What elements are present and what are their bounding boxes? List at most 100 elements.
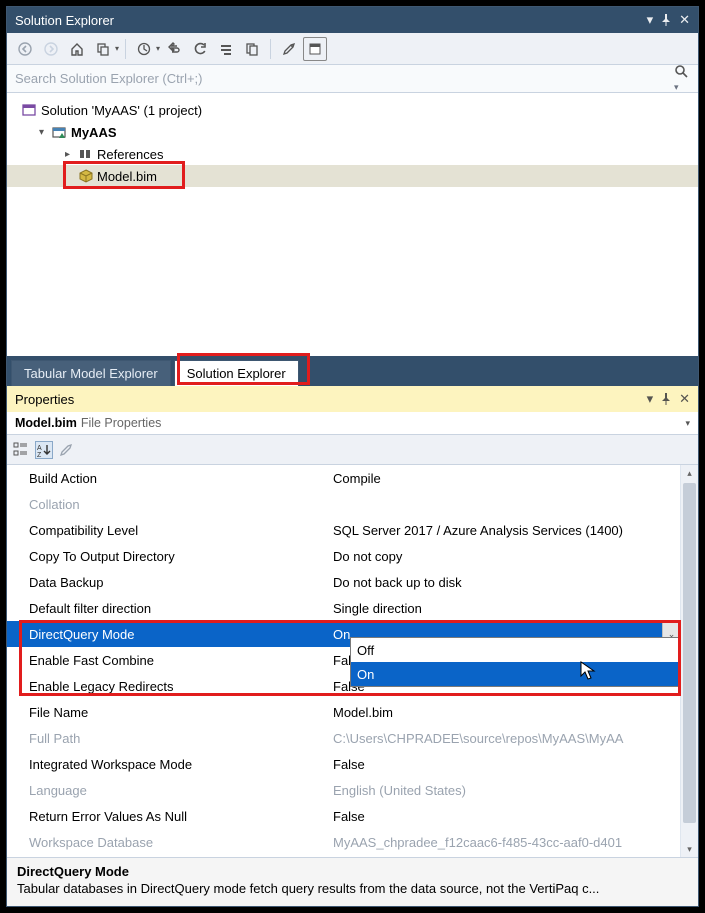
property-grid[interactable]: Build ActionCompileCollationCompatibilit…	[7, 465, 698, 857]
tree-solution-node[interactable]: Solution 'MyAAS' (1 project)	[7, 99, 698, 121]
pin-icon[interactable]	[661, 393, 671, 405]
refresh-button[interactable]	[188, 37, 212, 61]
collapse-all-button[interactable]	[214, 37, 238, 61]
property-description: DirectQuery Mode Tabular databases in Di…	[7, 857, 698, 906]
solution-icon	[21, 103, 39, 117]
alphabetical-button[interactable]: AZ	[35, 441, 53, 459]
chevron-down-icon[interactable]: ▾	[685, 418, 690, 429]
property-name: Integrated Workspace Mode	[7, 757, 327, 772]
nav-back-button[interactable]	[13, 37, 37, 61]
property-name: Build Action	[7, 471, 327, 486]
references-icon	[77, 148, 95, 160]
preview-button[interactable]	[303, 37, 327, 61]
property-row[interactable]: Copy To Output DirectoryDo not copy	[7, 543, 698, 569]
home-button[interactable]	[65, 37, 89, 61]
model-file-icon	[77, 169, 95, 183]
tree-references-label: References	[95, 147, 165, 162]
property-name: File Name	[7, 705, 327, 720]
property-description-title: DirectQuery Mode	[17, 864, 688, 879]
scroll-thumb[interactable]	[683, 483, 696, 823]
property-value[interactable]: Do not copy	[327, 549, 698, 564]
property-row[interactable]: Data BackupDo not back up to disk	[7, 569, 698, 595]
properties-subject-row[interactable]: Model.bim File Properties ▾	[7, 412, 698, 435]
property-row[interactable]: Workspace DatabaseMyAAS_chpradee_f12caac…	[7, 829, 698, 855]
dropdown-panel: Off On	[350, 637, 680, 687]
property-value[interactable]: Single direction	[327, 601, 698, 616]
property-pages-button[interactable]	[59, 443, 73, 457]
scrollbar[interactable]: ▴ ▾	[680, 465, 698, 857]
scroll-up-icon[interactable]: ▴	[681, 465, 698, 481]
property-value[interactable]: English (United States)	[327, 783, 698, 798]
properties-subject-kind: File Properties	[81, 416, 162, 430]
pin-icon[interactable]	[661, 14, 671, 26]
caret-right-icon[interactable]: ▸	[65, 149, 77, 160]
tab-solution-explorer[interactable]: Solution Explorer	[174, 360, 299, 386]
window-position-icon[interactable]: ▾	[647, 12, 654, 28]
property-value[interactable]: C:\Users\CHPRADEE\source\repos\MyAAS\MyA…	[327, 731, 698, 746]
properties-titlebar: Properties ▾ ✕	[7, 386, 698, 412]
property-row[interactable]: Return Error Values As NullFalse	[7, 803, 698, 829]
close-icon[interactable]: ✕	[679, 391, 690, 407]
property-name: Compatibility Level	[7, 523, 327, 538]
close-icon[interactable]: ✕	[679, 12, 690, 28]
tree-solution-label: Solution 'MyAAS' (1 project)	[39, 103, 204, 118]
property-name: Full Path	[7, 731, 327, 746]
window-position-icon[interactable]: ▾	[647, 391, 654, 407]
property-row[interactable]: Build ActionCompile	[7, 465, 698, 491]
tree-model-node[interactable]: Model.bim	[7, 165, 698, 187]
property-row[interactable]: Default filter directionSingle direction	[7, 595, 698, 621]
properties-button[interactable]	[277, 37, 301, 61]
property-value[interactable]: SQL Server 2017 / Azure Analysis Service…	[327, 523, 698, 538]
svg-text:Z: Z	[37, 452, 42, 458]
solution-tree[interactable]: Solution 'MyAAS' (1 project) ▾ MyAAS ▸ R…	[7, 93, 698, 356]
property-row[interactable]: Compatibility LevelSQL Server 2017 / Azu…	[7, 517, 698, 543]
tree-model-label: Model.bim	[95, 169, 159, 184]
pending-changes-button[interactable]	[132, 37, 156, 61]
search-placeholder: Search Solution Explorer (Ctrl+;)	[15, 71, 203, 86]
property-name: Workspace Database	[7, 835, 327, 850]
tree-references-node[interactable]: ▸ References	[7, 143, 698, 165]
property-name: Enable Fast Combine	[7, 653, 327, 668]
chevron-down-icon[interactable]: ▾	[115, 44, 119, 53]
property-value[interactable]: Do not back up to disk	[327, 575, 698, 590]
show-all-files-button[interactable]	[240, 37, 264, 61]
property-value[interactable]: MyAAS_chpradee_f12caac6-f485-43cc-aaf0-d…	[327, 835, 698, 850]
chevron-down-icon[interactable]: ▾	[156, 44, 160, 53]
nav-forward-button[interactable]	[39, 37, 63, 61]
property-row[interactable]: LanguageEnglish (United States)	[7, 777, 698, 803]
search-icon[interactable]: ▾	[674, 64, 690, 93]
caret-down-icon[interactable]: ▾	[39, 127, 51, 138]
property-value[interactable]: Compile	[327, 471, 698, 486]
property-name: Data Backup	[7, 575, 327, 590]
property-value[interactable]: False	[327, 757, 698, 772]
properties-toolbar: AZ	[7, 435, 698, 465]
properties-title: Properties	[15, 392, 74, 407]
sync-view-button[interactable]	[91, 37, 115, 61]
tree-project-node[interactable]: ▾ MyAAS	[7, 121, 698, 143]
property-row[interactable]: Integrated Workspace ModeFalse	[7, 751, 698, 777]
properties-subject: Model.bim	[15, 416, 77, 430]
tab-tabular-explorer[interactable]: Tabular Model Explorer	[11, 360, 171, 386]
search-row[interactable]: Search Solution Explorer (Ctrl+;) ▾	[7, 65, 698, 93]
property-value[interactable]: False	[327, 809, 698, 824]
tree-project-label: MyAAS	[69, 125, 119, 140]
project-icon	[51, 125, 69, 139]
property-name: Return Error Values As Null	[7, 809, 327, 824]
panel-tabs: Tabular Model Explorer Solution Explorer	[7, 356, 698, 386]
property-name: Enable Legacy Redirects	[7, 679, 327, 694]
dropdown-option-off[interactable]: Off	[351, 638, 679, 662]
categorized-button[interactable]	[13, 442, 29, 458]
property-row[interactable]: File NameModel.bim	[7, 699, 698, 725]
property-name: Collation	[7, 497, 327, 512]
property-value[interactable]: Model.bim	[327, 705, 698, 720]
property-name: Default filter direction	[7, 601, 327, 616]
scroll-down-icon[interactable]: ▾	[681, 841, 698, 857]
property-name: Language	[7, 783, 327, 798]
property-row[interactable]: Full PathC:\Users\CHPRADEE\source\repos\…	[7, 725, 698, 751]
undo-button[interactable]	[162, 37, 186, 61]
property-row[interactable]: Collation	[7, 491, 698, 517]
property-name: Copy To Output Directory	[7, 549, 327, 564]
svg-text:A: A	[37, 445, 42, 452]
property-name: DirectQuery Mode	[7, 627, 327, 642]
dropdown-option-on[interactable]: On	[351, 662, 679, 686]
